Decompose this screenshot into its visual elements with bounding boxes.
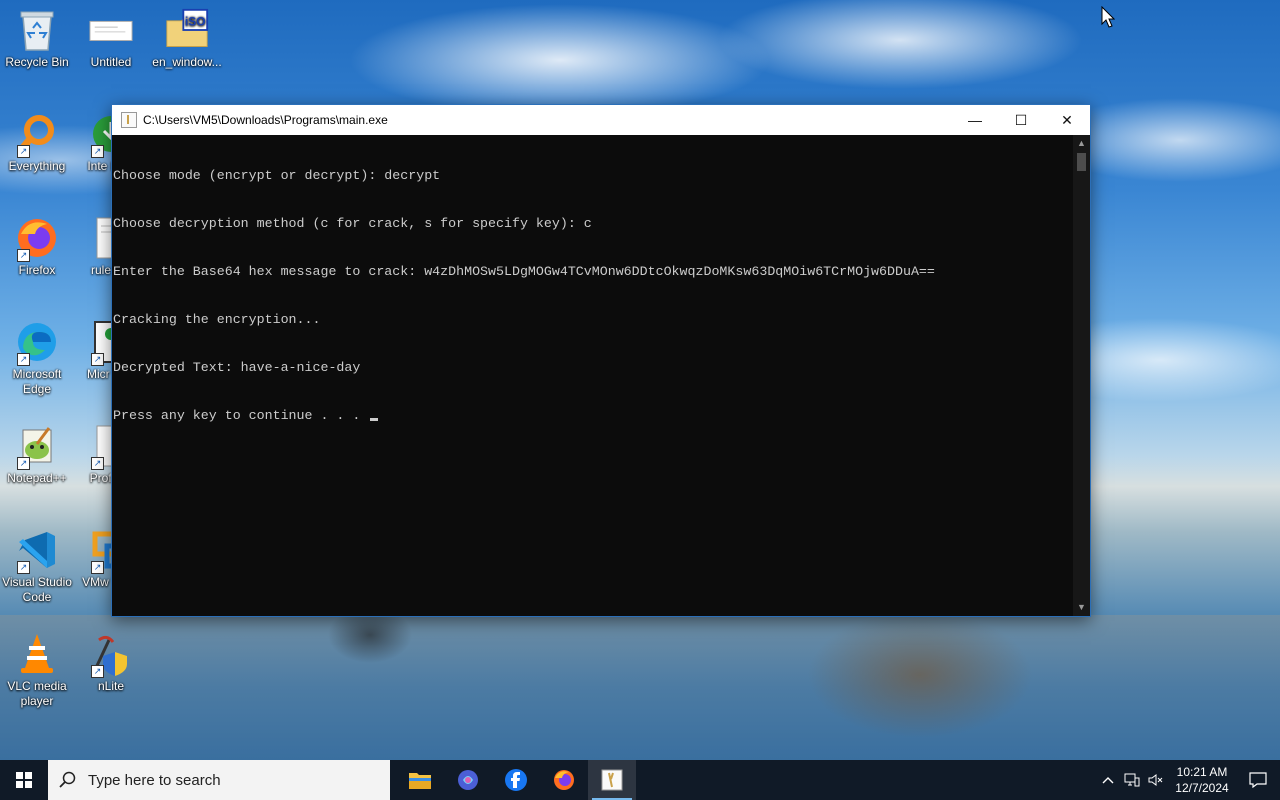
desktop-icon-label: Microsoft Edge bbox=[12, 367, 62, 396]
taskbar-app-console[interactable] bbox=[588, 760, 636, 800]
console-window[interactable]: C:\Users\VM5\Downloads\Programs\main.exe… bbox=[111, 104, 1091, 617]
taskbar: Type here to search 10:21 AM 12/7/2024 bbox=[0, 760, 1280, 800]
desktop-icon-nlite[interactable]: ↗ nLite bbox=[74, 632, 148, 694]
file-explorer-icon bbox=[409, 773, 431, 789]
shortcut-arrow-icon: ↗ bbox=[91, 457, 104, 470]
desktop-icon-iso[interactable]: iSO en_window... bbox=[150, 8, 224, 70]
console-line: Enter the Base64 hex message to crack: w… bbox=[113, 264, 935, 279]
clock-date: 12/7/2024 bbox=[1175, 781, 1229, 795]
vlc-icon bbox=[15, 632, 59, 676]
desktop-icon-label: Firefox bbox=[18, 263, 56, 277]
vscode-icon: ↗ bbox=[15, 528, 59, 574]
mouse-pointer-icon bbox=[1101, 5, 1116, 33]
notification-center-icon[interactable] bbox=[1236, 772, 1280, 788]
shortcut-arrow-icon: ↗ bbox=[17, 145, 30, 158]
edge-icon: ↗ bbox=[15, 320, 59, 366]
shortcut-arrow-icon: ↗ bbox=[17, 457, 30, 470]
taskbar-app-file-explorer[interactable] bbox=[396, 760, 444, 800]
taskbar-app-copilot[interactable] bbox=[444, 760, 492, 800]
shortcut-arrow-icon: ↗ bbox=[91, 561, 104, 574]
svg-text:iSO: iSO bbox=[185, 14, 206, 28]
shortcut-arrow-icon: ↗ bbox=[17, 353, 30, 366]
console-line: Press any key to continue . . . bbox=[113, 408, 369, 423]
maximize-button[interactable]: ☐ bbox=[998, 105, 1044, 135]
console-app-icon bbox=[601, 769, 623, 791]
facebook-icon bbox=[505, 769, 527, 791]
system-tray: 10:21 AM 12/7/2024 bbox=[1096, 760, 1280, 800]
console-line: Cracking the encryption... bbox=[113, 312, 321, 327]
firefox-icon: ↗ bbox=[15, 216, 59, 262]
shortcut-arrow-icon: ↗ bbox=[91, 353, 104, 366]
document-icon bbox=[89, 8, 133, 52]
taskbar-app-facebook[interactable] bbox=[492, 760, 540, 800]
desktop-icon-microsoft-edge[interactable]: ↗ Microsoft Edge bbox=[0, 320, 74, 397]
desktop-icon-notepad-plus-plus[interactable]: ↗ Notepad++ bbox=[0, 424, 74, 486]
desktop-icon-untitled[interactable]: Untitled bbox=[74, 8, 148, 70]
search-magnifier-icon: ↗ bbox=[15, 112, 59, 158]
iso-file-icon: iSO bbox=[165, 8, 209, 52]
chevron-up-icon[interactable] bbox=[1096, 776, 1120, 784]
taskbar-app-firefox[interactable] bbox=[540, 760, 588, 800]
windows-logo-icon bbox=[16, 772, 32, 788]
desktop-icon-vscode[interactable]: ↗ Visual Studio Code bbox=[0, 528, 74, 605]
console-line: Choose mode (encrypt or decrypt): decryp… bbox=[113, 168, 441, 183]
console-app-icon bbox=[121, 112, 137, 128]
console-output[interactable]: Choose mode (encrypt or decrypt): decryp… bbox=[112, 135, 1075, 617]
desktop-icon-label: Everything bbox=[8, 159, 66, 173]
nlite-icon: ↗ bbox=[89, 632, 133, 678]
desktop-icon-recycle-bin[interactable]: Recycle Bin bbox=[0, 8, 74, 70]
taskbar-clock[interactable]: 10:21 AM 12/7/2024 bbox=[1168, 764, 1236, 796]
desktop-icon-label: Untitled bbox=[90, 55, 132, 69]
desktop-icon-label: en_window... bbox=[152, 55, 222, 69]
copilot-icon bbox=[458, 770, 478, 790]
desktop-icon-label: nLite bbox=[97, 679, 125, 693]
desktop-icon-label: Recycle Bin bbox=[5, 55, 69, 69]
vertical-scrollbar[interactable]: ▲ ▼ bbox=[1073, 135, 1090, 616]
desktop-icon-firefox[interactable]: ↗ Firefox bbox=[0, 216, 74, 278]
firefox-icon bbox=[554, 770, 574, 790]
shortcut-arrow-icon: ↗ bbox=[17, 561, 30, 574]
shortcut-arrow-icon: ↗ bbox=[91, 665, 104, 678]
wallpaper-reflection bbox=[0, 615, 1280, 760]
text-cursor bbox=[370, 418, 379, 421]
clock-time: 10:21 AM bbox=[1176, 765, 1228, 779]
recycle-bin-icon bbox=[15, 8, 59, 52]
scrollbar-thumb[interactable] bbox=[1077, 153, 1086, 171]
desktop-icon-label: Notepad++ bbox=[7, 471, 67, 485]
window-titlebar[interactable]: C:\Users\VM5\Downloads\Programs\main.exe… bbox=[112, 105, 1090, 135]
desktop-icon-label: Visual Studio Code bbox=[2, 575, 72, 604]
search-placeholder: Type here to search bbox=[88, 771, 221, 789]
scroll-down-arrow-icon[interactable]: ▼ bbox=[1073, 599, 1090, 616]
taskbar-search-box[interactable]: Type here to search bbox=[48, 760, 390, 800]
desktop-icon-everything[interactable]: ↗ Everything bbox=[0, 112, 74, 174]
minimize-button[interactable]: — bbox=[952, 105, 998, 135]
notepad-plus-icon: ↗ bbox=[15, 424, 59, 470]
desktop-icon-vlc[interactable]: VLC media player bbox=[0, 632, 74, 709]
console-prompt-line: Press any key to continue . . . bbox=[113, 408, 1075, 424]
volume-muted-icon[interactable] bbox=[1144, 773, 1168, 787]
start-button[interactable] bbox=[0, 760, 48, 800]
desktop: Recycle Bin ↗ Everything ↗ Firefox ↗ Mic… bbox=[0, 0, 1280, 760]
desktop-icon-label: VLC media player bbox=[7, 679, 67, 708]
network-icon[interactable] bbox=[1120, 773, 1144, 787]
console-line: Choose decryption method (c for crack, s… bbox=[113, 216, 592, 231]
shortcut-arrow-icon: ↗ bbox=[91, 145, 104, 158]
window-title: C:\Users\VM5\Downloads\Programs\main.exe bbox=[143, 113, 388, 127]
console-line: Decrypted Text: have-a-nice-day bbox=[113, 360, 361, 375]
scroll-up-arrow-icon[interactable]: ▲ bbox=[1073, 135, 1090, 152]
close-button[interactable]: ✕ bbox=[1044, 105, 1090, 135]
search-icon bbox=[48, 771, 88, 789]
shortcut-arrow-icon: ↗ bbox=[17, 249, 30, 262]
